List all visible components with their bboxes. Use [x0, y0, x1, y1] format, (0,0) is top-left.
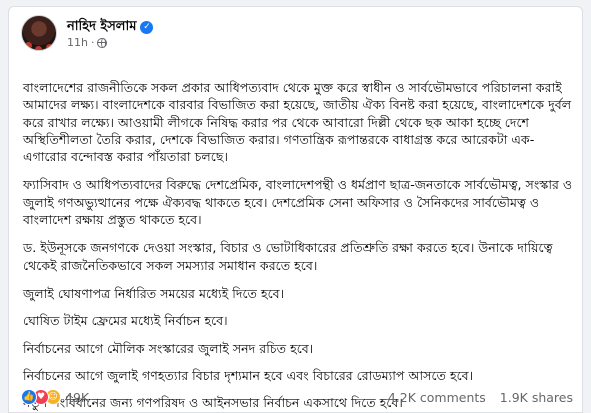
- shares-count[interactable]: 1.9K shares: [500, 390, 573, 405]
- post-body: বাংলাদেশের রাজনীতিকে সকল প্রকার আধিপত্যব…: [23, 79, 575, 412]
- globe-icon[interactable]: [97, 37, 108, 48]
- post-paragraph: বাংলাদেশের রাজনীতিকে সকল প্রকার আধিপত্যব…: [23, 80, 572, 165]
- avatar-decoration: [46, 44, 53, 50]
- post-card: নাহিদ ইসলাম ✓ 11h · বাংলাদেশের রাজনীতিকে…: [8, 6, 583, 413]
- like-reaction-icon: 👍: [21, 389, 37, 405]
- author-row: নাহিদ ইসলাম ✓: [67, 17, 154, 38]
- comments-count[interactable]: 4.2K comments: [388, 390, 486, 405]
- post-paragraph: নির্বাচনের আগে জুলাই গণহত্যার বিচার দৃশ্…: [23, 367, 474, 383]
- verified-badge-icon: ✓: [140, 21, 154, 34]
- post-stats-bar: 👍 ♥ ☺ 49K 4.2K comments 1.9K shares: [21, 387, 573, 407]
- post-paragraph: জুলাই ঘোষণাপত্র নির্ধারিত সময়ের মধ্যেই …: [23, 285, 285, 301]
- post-paragraph: ড. ইউনূসকে জনগণকে দেওয়া সংস্কার, বিচার …: [23, 240, 553, 273]
- avatar-decoration: [25, 42, 32, 49]
- post-header: নাহিদ ইসলাম ✓ 11h ·: [21, 15, 561, 55]
- post-paragraph: ফ্যাসিবাদ ও আধিপত্যবাদের বিরুদ্ধে দেশপ্র…: [23, 177, 573, 228]
- author-avatar[interactable]: [21, 15, 57, 51]
- reaction-count: 49K: [65, 389, 90, 405]
- post-time[interactable]: 11h: [67, 36, 88, 49]
- post-meta: 11h ·: [67, 36, 108, 49]
- post-paragraph: ঘোষিত টাইম ফ্রেমের মধ্যেই নির্বাচন হবে।: [23, 313, 228, 329]
- avatar-decoration: [35, 46, 42, 50]
- meta-separator: ·: [90, 36, 95, 49]
- author-name[interactable]: নাহিদ ইসলাম: [67, 17, 136, 38]
- post-paragraph: নির্বাচনের আগে মৌলিক সংস্কারের জুলাই সনদ…: [23, 340, 314, 356]
- reactions-summary[interactable]: 👍 ♥ ☺ 49K: [21, 389, 89, 405]
